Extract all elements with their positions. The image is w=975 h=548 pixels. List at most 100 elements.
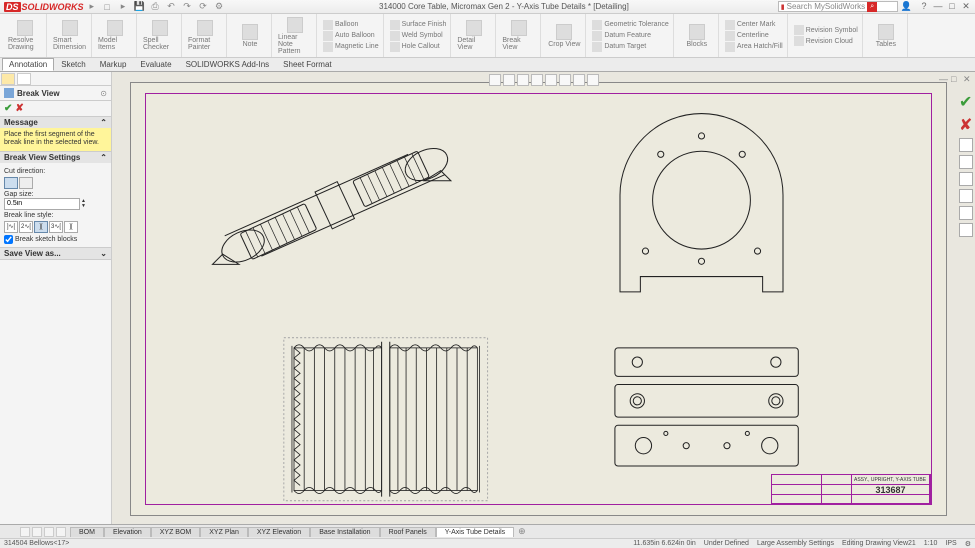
break-sketch-check-input[interactable] xyxy=(4,235,13,244)
smart-dimension-button[interactable]: Smart Dimension xyxy=(53,20,87,51)
task-pane-tab-2[interactable] xyxy=(959,155,973,169)
drawing-sheet[interactable]: ASSY., UPRIGHT, Y-AXIS TUBE 313687 xyxy=(130,82,947,516)
center-mark-button[interactable]: Center Mark xyxy=(725,20,783,30)
note-button[interactable]: Note xyxy=(233,24,267,48)
tab-addins[interactable]: SOLIDWORKS Add-Ins xyxy=(179,58,277,71)
message-header[interactable]: Message⌃ xyxy=(0,117,111,128)
zoom-area-icon[interactable] xyxy=(503,74,515,86)
qat-undo-icon[interactable]: ↶ xyxy=(166,2,176,12)
spell-checker-button[interactable]: Spell Checker xyxy=(143,20,177,51)
break-sketch-checkbox[interactable]: Break sketch blocks xyxy=(4,235,107,244)
datum-target-button[interactable]: Datum Target xyxy=(592,42,668,52)
maximize-icon[interactable]: □ xyxy=(947,1,957,12)
qat-open-icon[interactable]: ▸ xyxy=(118,2,128,12)
blocks-button[interactable]: Blocks xyxy=(680,24,714,48)
style-3-button[interactable]: ][ xyxy=(34,221,48,233)
tab-sketch[interactable]: Sketch xyxy=(54,58,92,71)
qat-rebuild-icon[interactable]: ⟳ xyxy=(198,2,208,12)
revision-cloud-button[interactable]: Revision Cloud xyxy=(794,36,858,46)
save-view-header[interactable]: Save View as...⌄ xyxy=(0,248,111,259)
weld-symbol-button[interactable]: Weld Symbol xyxy=(390,31,447,41)
search-icon[interactable]: ⌕ xyxy=(867,2,877,12)
detail-view-button[interactable]: Detail View xyxy=(457,20,491,51)
sheet-nav-prev-icon[interactable] xyxy=(32,527,42,537)
help-icon[interactable]: ? xyxy=(919,1,929,12)
save-view-section: Save View as...⌄ xyxy=(0,248,111,260)
status-units[interactable]: IPS xyxy=(945,540,956,548)
status-assembly[interactable]: Large Assembly Settings xyxy=(757,540,834,548)
sheet-nav-first-icon[interactable] xyxy=(20,527,30,537)
sheet-nav-last-icon[interactable] xyxy=(56,527,66,537)
hide-show-icon[interactable] xyxy=(559,74,571,86)
style-5-button[interactable]: ][ xyxy=(64,221,78,233)
area-hatch-button[interactable]: Area Hatch/Fill xyxy=(725,42,783,52)
status-scale[interactable]: 1:10 xyxy=(924,540,938,548)
qat-save-icon[interactable]: 💾 xyxy=(134,2,144,12)
corner-ok-icon[interactable]: ✔ xyxy=(959,92,973,112)
minimize-icon[interactable]: — xyxy=(933,1,943,12)
crop-view-button[interactable]: Crop View xyxy=(547,24,581,48)
status-gear-icon[interactable]: ⚙ xyxy=(965,540,971,548)
datum-feature-button[interactable]: Datum Feature xyxy=(592,31,668,41)
qat-print-icon[interactable]: ⎙ xyxy=(150,2,160,12)
titleblock-cell-blank6 xyxy=(822,495,852,505)
task-pane-tab-1[interactable] xyxy=(959,138,973,152)
resolve-drawing-button[interactable]: Resolve Drawing xyxy=(8,20,42,51)
style-4-button[interactable]: 3∿[ xyxy=(49,221,63,233)
panel-tab-feature-icon[interactable] xyxy=(1,73,15,85)
drawing-canvas[interactable]: — □ ✕ ✔ ✘ xyxy=(112,72,975,524)
prev-view-icon[interactable] xyxy=(517,74,529,86)
section-view-icon[interactable] xyxy=(531,74,543,86)
spinner-down-icon[interactable]: ▼ xyxy=(81,204,86,209)
sheet-nav-next-icon[interactable] xyxy=(44,527,54,537)
close-icon[interactable]: ✕ xyxy=(961,1,971,12)
style-1-button[interactable]: ]∿[ xyxy=(4,221,18,233)
tab-sheet-format[interactable]: Sheet Format xyxy=(276,58,338,71)
settings-header[interactable]: Break View Settings⌃ xyxy=(0,152,111,163)
display-style-icon[interactable] xyxy=(545,74,557,86)
gap-size-input[interactable] xyxy=(4,198,80,210)
magnetic-line-button[interactable]: Magnetic Line xyxy=(323,42,379,52)
ok-button[interactable]: ✔ xyxy=(4,103,12,114)
task-pane-tab-5[interactable] xyxy=(959,206,973,220)
model-items-button[interactable]: Model Items xyxy=(98,20,132,51)
style-2-button[interactable]: 2∿[ xyxy=(19,221,33,233)
tab-markup[interactable]: Markup xyxy=(93,58,134,71)
tab-annotation[interactable]: Annotation xyxy=(2,58,54,71)
qat-options-icon[interactable]: ⚙ xyxy=(214,2,224,12)
zoom-fit-icon[interactable] xyxy=(489,74,501,86)
tables-button[interactable]: Tables xyxy=(869,24,903,48)
break-view-button[interactable]: Break View xyxy=(502,20,536,51)
task-pane-tab-6[interactable] xyxy=(959,223,973,237)
corner-cancel-icon[interactable]: ✘ xyxy=(959,115,973,135)
user-icon[interactable]: 👤 xyxy=(898,1,915,12)
balloon-button[interactable]: Balloon xyxy=(323,20,379,30)
tab-evaluate[interactable]: Evaluate xyxy=(133,58,178,71)
status-bar: 314504 Bellows<17> 11.635in 6.624in 0in … xyxy=(0,538,975,548)
revision-symbol-button[interactable]: Revision Symbol xyxy=(794,25,858,35)
view-settings-icon[interactable] xyxy=(587,74,599,86)
centerline-button[interactable]: Centerline xyxy=(725,31,783,41)
surface-finish-button[interactable]: Surface Finish xyxy=(390,20,447,30)
qat-new-icon[interactable]: □ xyxy=(102,2,112,12)
cut-horizontal-button[interactable] xyxy=(19,177,33,189)
sheet-tab-bom[interactable]: BOM xyxy=(70,527,104,537)
edit-scene-icon[interactable] xyxy=(573,74,585,86)
doc-close-icon[interactable]: ✕ xyxy=(963,74,973,84)
auto-balloon-button[interactable]: Auto Balloon xyxy=(323,31,379,41)
qat-redo-icon[interactable]: ↷ xyxy=(182,2,192,12)
task-pane-tab-4[interactable] xyxy=(959,189,973,203)
doc-restore-icon[interactable]: □ xyxy=(951,74,961,84)
geometric-tolerance-button[interactable]: Geometric Tolerance xyxy=(592,20,668,30)
hole-callout-button[interactable]: Hole Callout xyxy=(390,42,447,52)
linear-note-pattern-button[interactable]: Linear Note Pattern xyxy=(278,17,312,55)
task-pane-tab-3[interactable] xyxy=(959,172,973,186)
cancel-button[interactable]: ✘ xyxy=(15,103,23,114)
panel-pin-icon[interactable]: ⊙ xyxy=(100,89,107,98)
app-menu-chevron[interactable]: ▸ xyxy=(88,1,97,12)
panel-tab-config-icon[interactable] xyxy=(17,73,31,85)
settings-section: Break View Settings⌃ Cut direction: Gap … xyxy=(0,152,111,248)
format-painter-button[interactable]: Format Painter xyxy=(188,20,222,51)
cut-vertical-button[interactable] xyxy=(4,177,18,189)
search-mysolidworks[interactable]: ▮ Search MySolidWorks ⌕ xyxy=(778,1,898,12)
